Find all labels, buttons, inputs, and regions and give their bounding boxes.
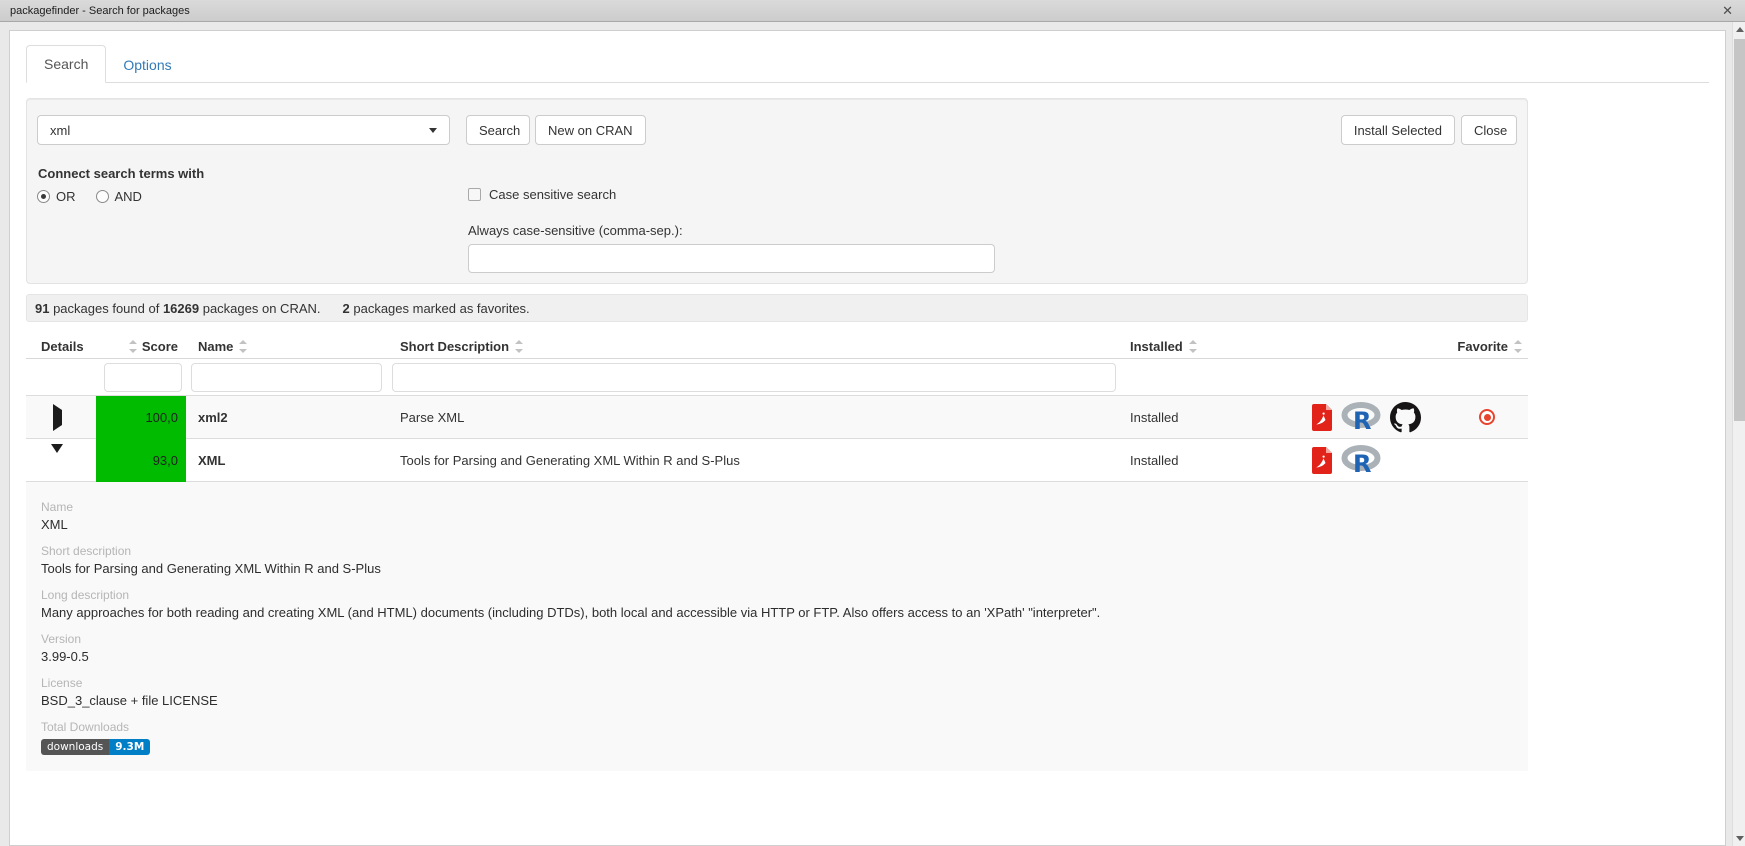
- detail-long-description-value: Many approaches for both reading and cre…: [41, 605, 1508, 620]
- radio-and-label: AND: [115, 189, 142, 204]
- score-badge: 93,0: [96, 439, 186, 482]
- downloads-badge[interactable]: downloads 9.3M: [41, 739, 150, 755]
- arrow-down-icon: [1736, 836, 1744, 841]
- dropdown-caret-icon: [429, 128, 437, 133]
- downloads-badge-value: 9.3M: [109, 739, 150, 755]
- favorite-marker-icon[interactable]: [1479, 409, 1495, 425]
- col-header-installed[interactable]: Installed: [1130, 339, 1296, 354]
- short-description-filter-input[interactable]: [392, 363, 1116, 392]
- detail-long-description-label: Long description: [41, 588, 1508, 602]
- score-filter-input[interactable]: [104, 363, 182, 392]
- sort-icon: [1514, 340, 1522, 353]
- scrollbar-thumb[interactable]: [1734, 39, 1745, 421]
- detail-license-value: BSD_3_clause + file LICENSE: [41, 693, 1508, 708]
- window-scrollbar[interactable]: [1732, 22, 1745, 846]
- pdf-icon[interactable]: [1312, 447, 1332, 474]
- tab-options[interactable]: Options: [106, 47, 188, 83]
- detail-version-label: Version: [41, 632, 1508, 646]
- col-header-details[interactable]: Details: [26, 339, 96, 354]
- sort-icon: [515, 340, 523, 353]
- total-text: packages on CRAN.: [199, 301, 320, 316]
- detail-name-label: Name: [41, 500, 1508, 514]
- github-icon[interactable]: [1390, 402, 1421, 433]
- radio-or-label: OR: [56, 189, 76, 204]
- detail-version-value: 3.99-0.5: [41, 649, 1508, 664]
- search-button[interactable]: Search: [466, 115, 530, 145]
- col-header-name[interactable]: Name: [186, 339, 392, 354]
- r-project-icon[interactable]: R: [1341, 445, 1381, 475]
- tab-bar: Search Options: [26, 43, 1709, 83]
- close-button[interactable]: Close: [1461, 115, 1517, 145]
- favorites-text: packages marked as favorites.: [350, 301, 530, 316]
- detail-name-value: XML: [41, 517, 1508, 532]
- always-case-sensitive-label: Always case-sensitive (comma-sep.):: [468, 223, 995, 238]
- package-detail-panel: Name XML Short description Tools for Par…: [26, 482, 1528, 771]
- sort-icon: [129, 340, 137, 353]
- pdf-icon[interactable]: [1312, 404, 1332, 431]
- tab-search[interactable]: Search: [26, 45, 106, 83]
- package-links: R: [1296, 445, 1446, 475]
- detail-license-label: License: [41, 676, 1508, 690]
- col-header-favorite[interactable]: Favorite: [1446, 339, 1528, 354]
- table-filter-row: [26, 359, 1528, 396]
- detail-total-downloads-label: Total Downloads: [41, 720, 1508, 734]
- favorites-count: 2: [343, 301, 350, 316]
- table-row: 93,0 XML Tools for Parsing and Generatin…: [26, 439, 1528, 482]
- case-sensitivity-group: Case sensitive search Always case-sensit…: [468, 187, 995, 273]
- search-controls-row: xml Search New on CRAN Install Selected …: [37, 115, 1517, 145]
- case-sensitive-checkbox[interactable]: [468, 188, 481, 201]
- col-header-score[interactable]: Score: [96, 339, 186, 354]
- detail-short-description-value: Tools for Parsing and Generating XML Wit…: [41, 561, 1508, 576]
- downloads-badge-label: downloads: [41, 739, 109, 755]
- connect-search-terms-label: Connect search terms with: [38, 166, 1517, 181]
- search-term-select[interactable]: xml: [37, 115, 450, 145]
- package-short-description: Parse XML: [392, 410, 1130, 425]
- scrollbar-down-button[interactable]: [1733, 831, 1745, 846]
- found-count: 91: [35, 301, 49, 316]
- results-table: Details Score Name Short Description Ins…: [26, 334, 1528, 771]
- installed-status: Installed: [1130, 453, 1296, 468]
- col-header-short-description[interactable]: Short Description: [392, 339, 1130, 354]
- radio-or[interactable]: [37, 190, 50, 203]
- status-bar: 91 packages found of 16269 packages on C…: [26, 294, 1528, 322]
- table-header-row: Details Score Name Short Description Ins…: [26, 334, 1528, 359]
- search-panel: xml Search New on CRAN Install Selected …: [26, 98, 1528, 284]
- always-case-sensitive-input[interactable]: [468, 244, 995, 273]
- detail-short-description-label: Short description: [41, 544, 1508, 558]
- name-filter-input[interactable]: [191, 363, 382, 392]
- arrow-up-icon: [1736, 27, 1744, 32]
- package-short-description: Tools for Parsing and Generating XML Wit…: [392, 453, 1130, 468]
- col-header-score-label: Score: [142, 339, 178, 354]
- col-header-installed-label: Installed: [1130, 339, 1183, 354]
- r-project-icon[interactable]: R: [1341, 402, 1381, 432]
- svg-text:R: R: [1353, 450, 1371, 475]
- search-term-value: xml: [50, 123, 429, 138]
- package-name: xml2: [186, 410, 392, 425]
- col-header-name-label: Name: [198, 339, 233, 354]
- window-close-icon[interactable]: ✕: [1722, 4, 1733, 17]
- collapse-row-icon[interactable]: [51, 444, 63, 468]
- radio-and[interactable]: [96, 190, 109, 203]
- installed-status: Installed: [1130, 410, 1296, 425]
- app-window: Search Options xml Search New on CRAN In…: [9, 30, 1726, 846]
- sort-icon: [1189, 340, 1197, 353]
- found-text: packages found of: [49, 301, 162, 316]
- scrollbar-up-button[interactable]: [1733, 22, 1745, 37]
- svg-text:R: R: [1353, 407, 1371, 432]
- col-header-short-description-label: Short Description: [400, 339, 509, 354]
- package-links: R: [1296, 402, 1446, 433]
- window-title: packagefinder - Search for packages: [10, 5, 190, 17]
- table-row: 100,0 xml2 Parse XML Installed R: [26, 396, 1528, 439]
- col-header-favorite-label: Favorite: [1457, 339, 1508, 354]
- case-sensitive-label: Case sensitive search: [489, 187, 616, 202]
- window-titlebar: packagefinder - Search for packages ✕: [0, 0, 1745, 22]
- install-selected-button[interactable]: Install Selected: [1341, 115, 1455, 145]
- score-badge: 100,0: [96, 396, 186, 439]
- col-header-details-label: Details: [41, 339, 84, 354]
- new-on-cran-button[interactable]: New on CRAN: [535, 115, 646, 145]
- sort-icon: [239, 340, 247, 353]
- package-name: XML: [186, 453, 392, 468]
- expand-row-icon[interactable]: [53, 404, 62, 431]
- total-count: 16269: [163, 301, 199, 316]
